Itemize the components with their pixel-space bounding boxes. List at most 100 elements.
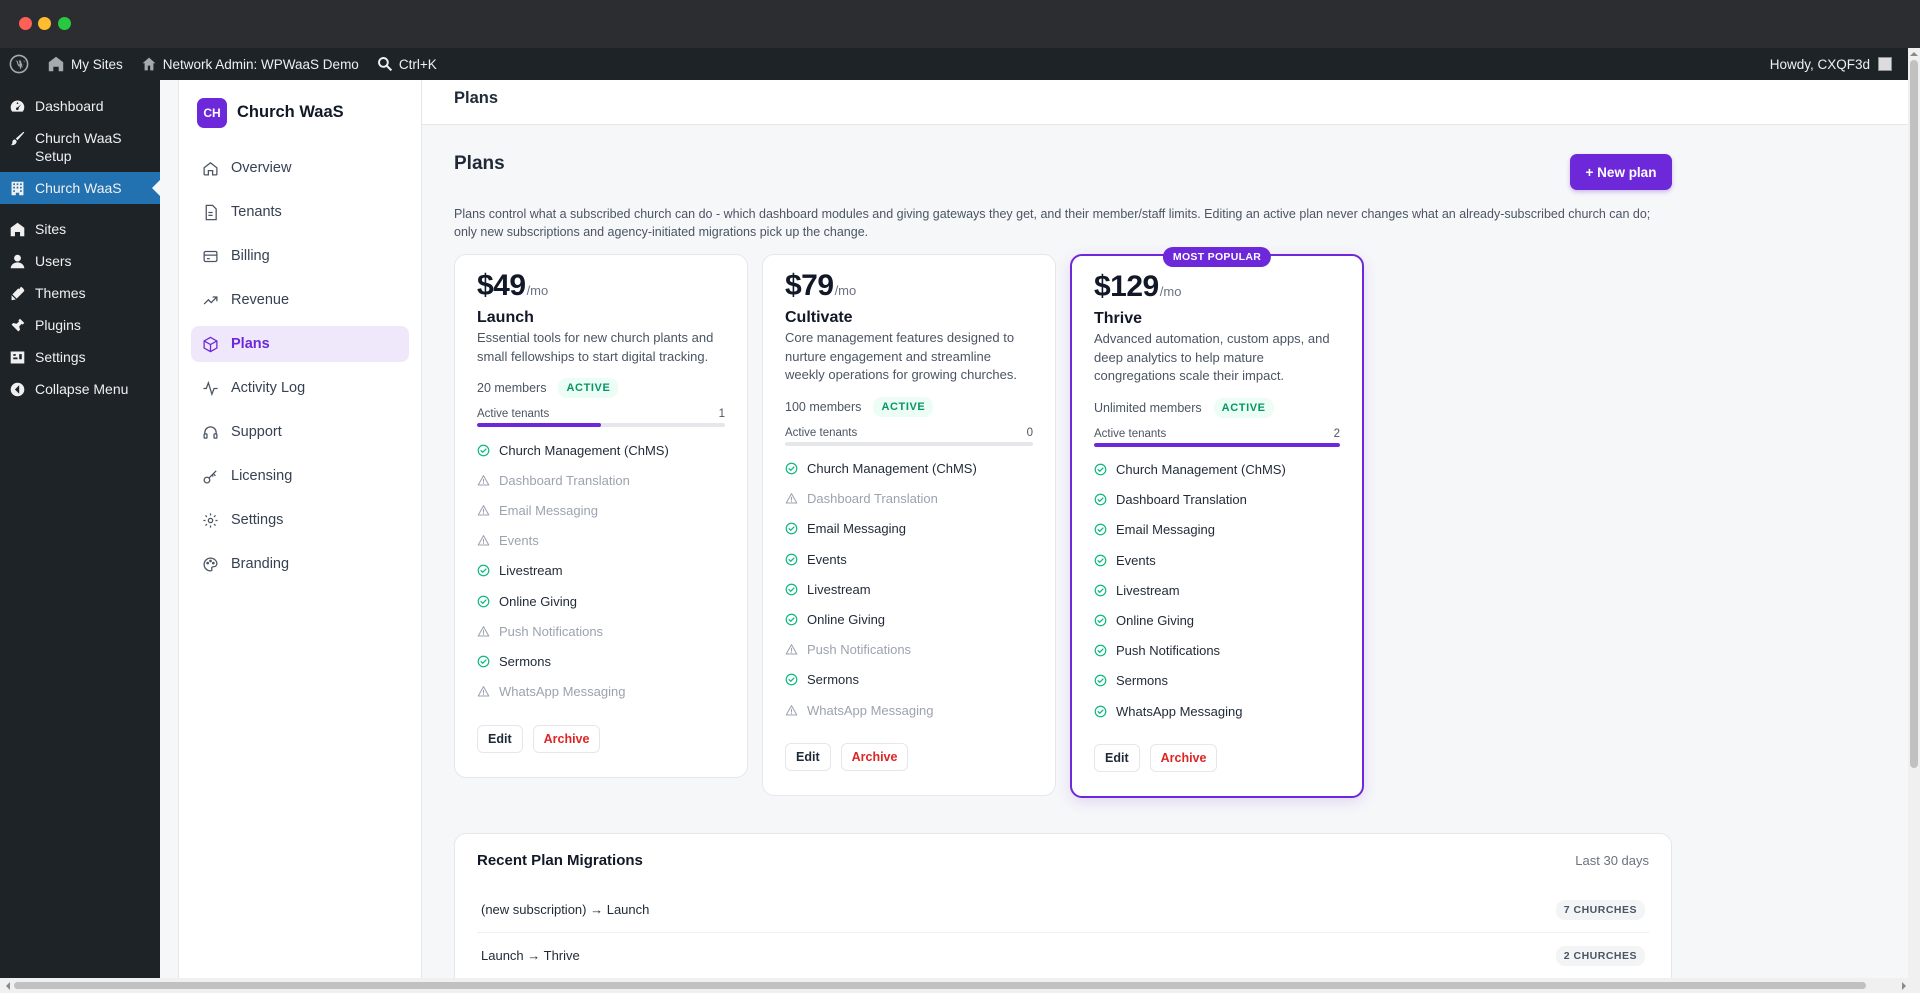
check-circle-icon	[477, 655, 490, 668]
list-item: Dashboard Translation	[785, 484, 1033, 514]
account-menu[interactable]: Howdy, CXQF3d	[1770, 48, 1892, 80]
list-item: WhatsApp Messaging	[785, 695, 1033, 725]
scroll-left-arrow-icon[interactable]	[2, 982, 10, 990]
feature-label: Online Giving	[1116, 613, 1195, 629]
wpmenu-plugins-label: Plugins	[35, 317, 81, 333]
nav-activity-log[interactable]: Activity Log	[191, 370, 409, 406]
check-circle-icon	[1094, 584, 1107, 597]
check-circle-icon	[785, 462, 798, 475]
wpmenu-plugins[interactable]: Plugins	[0, 309, 160, 341]
topbar-title: Plans	[422, 80, 1908, 125]
scroll-right-arrow-icon[interactable]	[1902, 982, 1910, 990]
key-icon	[203, 469, 217, 484]
command-search-button[interactable]: Ctrl+K	[368, 48, 446, 80]
list-item: Sermons	[1094, 666, 1340, 696]
edit-plan-button[interactable]: Edit	[1094, 744, 1140, 773]
archive-plan-button[interactable]: Archive	[840, 743, 909, 772]
horizontal-scrollbar[interactable]	[0, 978, 1920, 993]
edit-plan-button[interactable]: Edit	[785, 743, 831, 772]
list-item: Events	[1094, 545, 1340, 575]
wpmenu-church-waas-setup[interactable]: Church WaaS Setup	[0, 122, 160, 172]
feature-label: Online Giving	[499, 593, 578, 609]
warning-triangle-icon	[785, 704, 798, 717]
feature-label: Dashboard Translation	[1116, 492, 1247, 508]
wpmenu-dashboard[interactable]: Dashboard	[0, 90, 160, 122]
feature-label: Email Messaging	[499, 502, 598, 518]
themes-icon	[9, 285, 26, 302]
nav-overview[interactable]: Overview	[191, 150, 409, 186]
nav-branding-label: Branding	[231, 556, 290, 572]
wpmenu-church-waas[interactable]: Church WaaS	[0, 172, 160, 204]
wpmenu-users[interactable]: Users	[0, 245, 160, 277]
migration-label: Launch → Thrive	[481, 948, 580, 963]
feature-list: Church Management (ChMS) Dashboard Trans…	[785, 454, 1033, 726]
wpmenu-themes[interactable]: Themes	[0, 277, 160, 309]
vertical-scrollbar[interactable]	[1908, 48, 1920, 978]
wpmenu-dashboard-label: Dashboard	[35, 98, 104, 114]
status-badge: ACTIVE	[1213, 397, 1274, 418]
wp-admin-bar: My Sites Network Admin: WPWaaS Demo Ctrl…	[0, 48, 1920, 80]
archive-plan-button[interactable]: Archive	[532, 724, 601, 753]
nav-support[interactable]: Support	[191, 414, 409, 450]
vertical-scroll-thumb[interactable]	[1910, 60, 1918, 768]
home-icon	[203, 161, 218, 176]
headset-icon	[203, 425, 218, 439]
nav-branding[interactable]: Branding	[191, 546, 409, 582]
minimize-window-button[interactable]	[38, 17, 51, 30]
tenant-progress-fill	[477, 423, 601, 427]
my-sites-menu[interactable]: My Sites	[38, 48, 132, 80]
plan-price-amount: $79	[785, 269, 834, 302]
recent-plan-migrations: Recent Plan Migrations Last 30 days (new…	[454, 833, 1672, 978]
feature-label: Events	[1116, 552, 1156, 568]
new-plan-button[interactable]: + New plan	[1570, 154, 1672, 190]
list-item: Online Giving	[785, 604, 1033, 634]
close-window-button[interactable]	[19, 17, 32, 30]
wpmenu-themes-label: Themes	[35, 285, 86, 301]
maximize-window-button[interactable]	[58, 17, 71, 30]
feature-label: Dashboard Translation	[807, 491, 938, 507]
nav-tenants[interactable]: Tenants	[191, 194, 409, 230]
migration-count-badge: 2 CHURCHES	[1555, 945, 1645, 966]
plan-members: 20 members	[477, 381, 547, 395]
warning-triangle-icon	[785, 643, 798, 656]
plan-name: Launch	[477, 309, 534, 326]
wpmenu-collapse-menu[interactable]: Collapse Menu	[0, 373, 160, 405]
active-tenants-count: 0	[1026, 426, 1033, 439]
archive-plan-button[interactable]: Archive	[1149, 744, 1218, 773]
wpmenu-sites[interactable]: Sites	[0, 213, 160, 245]
network-admin-menu[interactable]: Network Admin: WPWaaS Demo	[132, 48, 368, 80]
list-item: Events	[785, 544, 1033, 574]
list-item: Church Management (ChMS)	[1094, 455, 1340, 485]
feature-label: WhatsApp Messaging	[499, 684, 626, 700]
dashboard-icon	[9, 98, 26, 115]
card-icon	[203, 250, 218, 262]
edit-plan-button[interactable]: Edit	[477, 724, 523, 753]
plans-description: Plans control what a subscribed church c…	[454, 207, 1651, 239]
check-circle-icon	[785, 673, 798, 686]
horizontal-scroll-thumb[interactable]	[14, 982, 1866, 989]
list-item: Push Notifications	[785, 635, 1033, 665]
check-circle-icon	[1094, 493, 1107, 506]
list-item: Email Messaging	[785, 514, 1033, 544]
scroll-up-arrow-icon[interactable]	[1910, 48, 1918, 56]
wpmenu-settings[interactable]: Settings	[0, 341, 160, 373]
nav-settings[interactable]: Settings	[191, 502, 409, 538]
plan-price: $79 /mo	[785, 269, 1033, 303]
plan-price-period: /mo	[1159, 284, 1182, 299]
sites-icon	[9, 221, 26, 238]
nav-revenue[interactable]: Revenue	[191, 282, 409, 318]
nav-plans[interactable]: Plans	[191, 326, 409, 362]
nav-billing[interactable]: Billing	[191, 238, 409, 274]
plan-tagline: Core management features designed to nur…	[785, 330, 1017, 382]
collapse-icon	[9, 381, 26, 398]
pulse-icon	[203, 380, 218, 396]
active-tenants-label: Active tenants	[477, 408, 550, 420]
avatar	[1878, 57, 1892, 71]
nav-licensing[interactable]: Licensing	[191, 458, 409, 494]
check-circle-icon	[477, 595, 490, 608]
plan-price: $129 /mo	[1094, 270, 1340, 304]
wp-logo-button[interactable]	[0, 48, 38, 80]
cube-icon	[203, 336, 218, 352]
plugin-sidebar: CH Church WaaS Overview Tenants Billing …	[178, 80, 422, 978]
wp-admin-menu: Dashboard Church WaaS Setup Church WaaS …	[0, 80, 160, 978]
